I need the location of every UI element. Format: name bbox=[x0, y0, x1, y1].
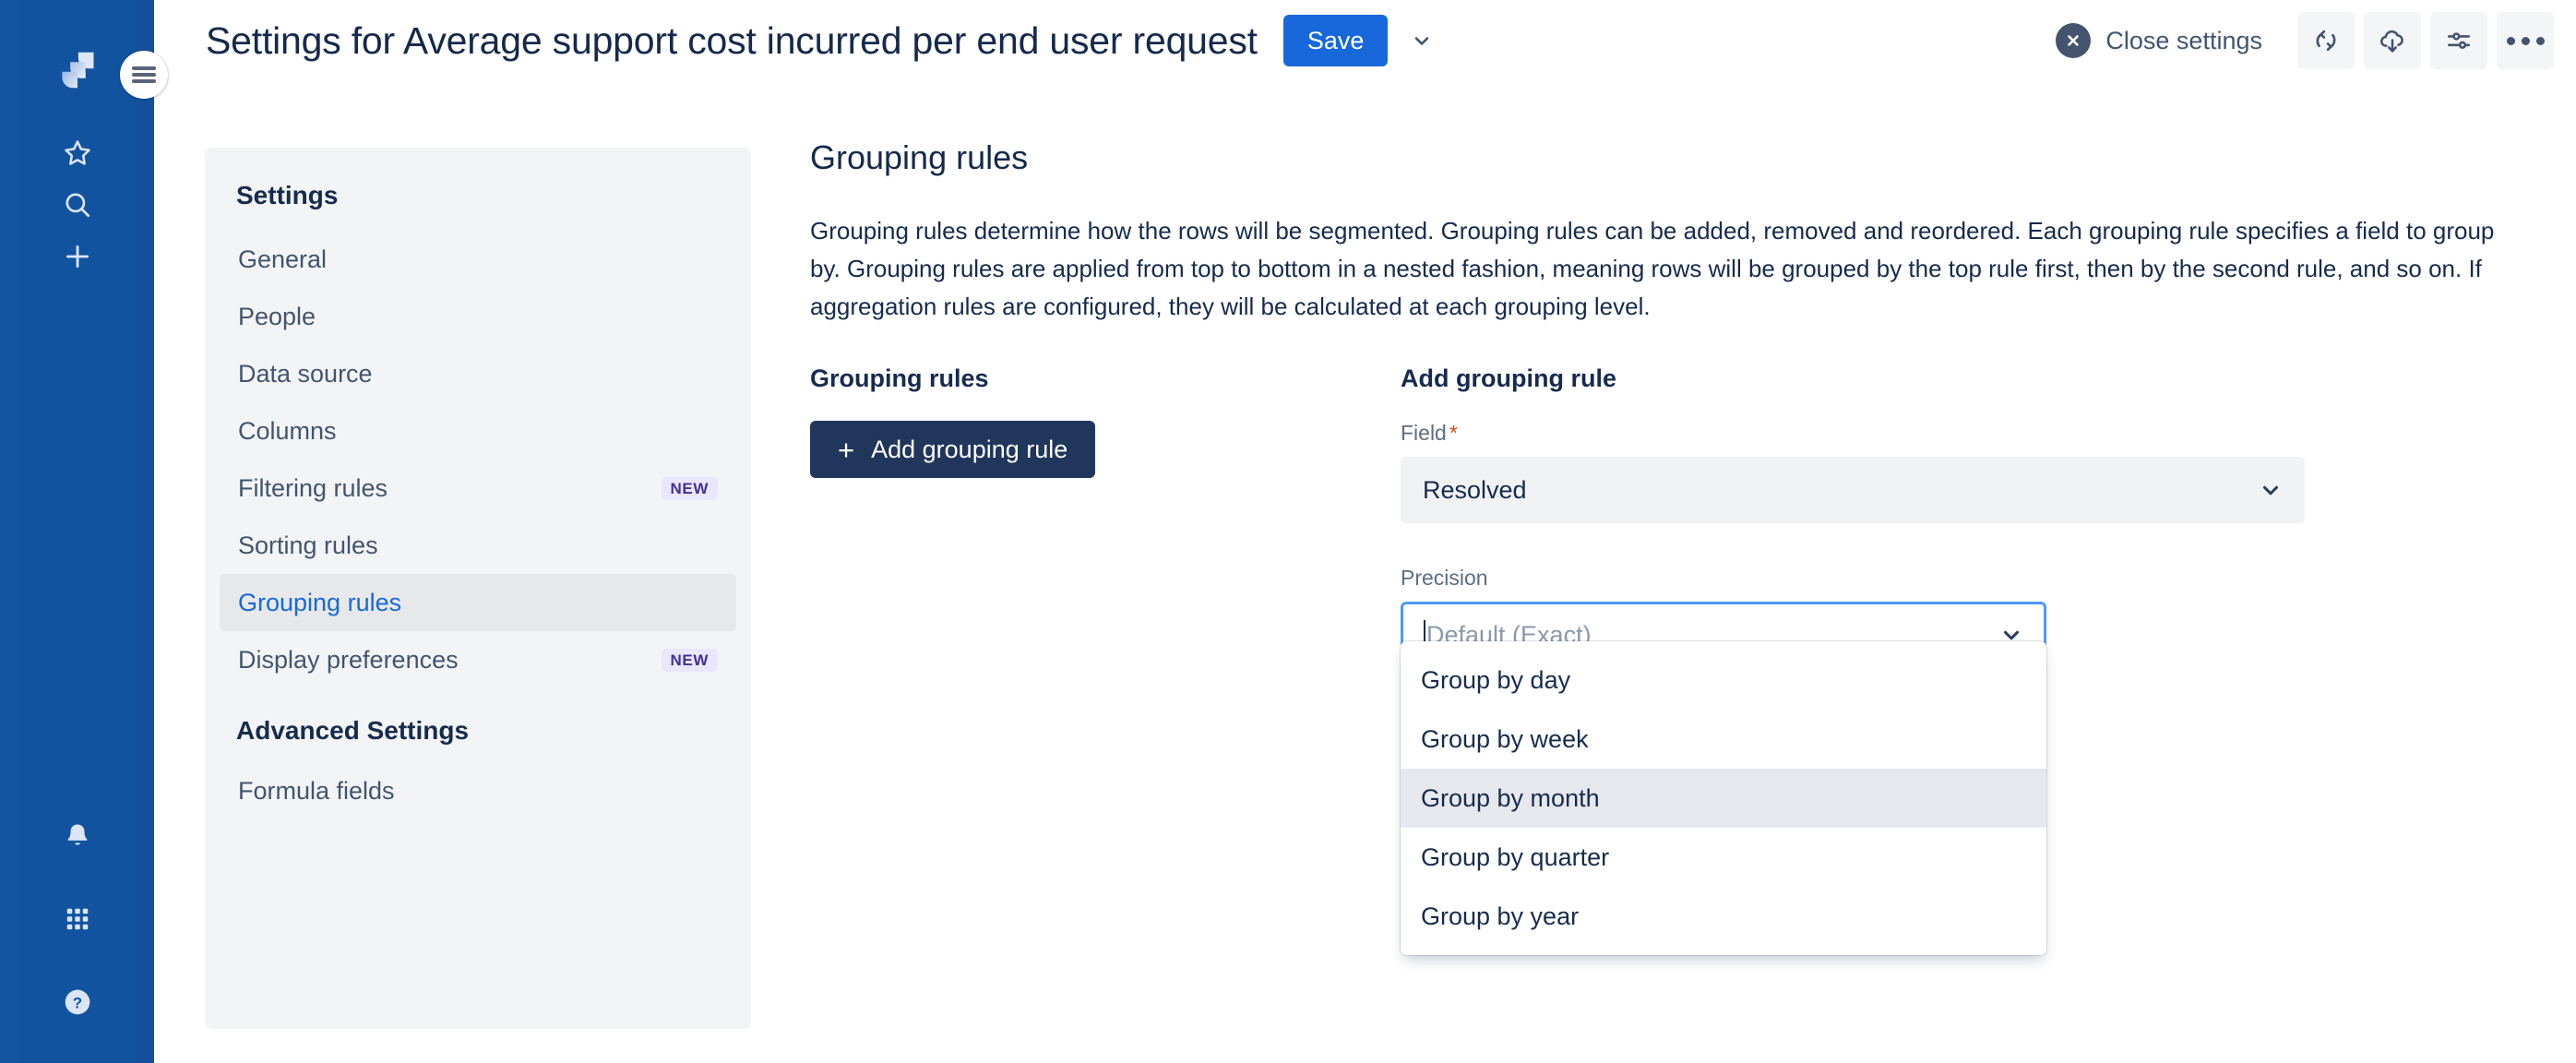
grouping-rules-column: Grouping rules + Add grouping rule bbox=[810, 364, 1401, 668]
sidebar-item-sorting-rules[interactable]: Sorting rules bbox=[220, 517, 736, 574]
sidebar-item-filtering-rules[interactable]: Filtering rules NEW bbox=[220, 460, 736, 517]
dropdown-option-group-by-quarter[interactable]: Group by quarter bbox=[1401, 828, 2046, 887]
dot bbox=[2506, 36, 2515, 45]
settings-panel-heading: Settings bbox=[236, 181, 339, 209]
more-actions-icon[interactable] bbox=[2497, 12, 2554, 69]
field-select-value: Resolved bbox=[1423, 475, 1527, 504]
sidebar-item-label: Columns bbox=[238, 416, 337, 445]
search-icon[interactable] bbox=[52, 179, 103, 231]
save-options-chevron-icon[interactable] bbox=[1402, 21, 1441, 60]
sidebar-item-label: Sorting rules bbox=[238, 531, 378, 559]
sidebar-item-formula-fields[interactable]: Formula fields bbox=[220, 762, 736, 819]
svg-text:?: ? bbox=[72, 995, 81, 1012]
field-label: Field bbox=[1401, 421, 1447, 445]
sidebar-item-display-preferences[interactable]: Display preferences NEW bbox=[220, 631, 736, 688]
sidebar-item-grouping-rules[interactable]: Grouping rules bbox=[220, 574, 736, 631]
dot bbox=[2521, 36, 2530, 45]
close-icon bbox=[2056, 23, 2092, 58]
dot bbox=[2535, 36, 2545, 45]
page-title: Settings for Average support cost incurr… bbox=[206, 19, 1258, 62]
add-grouping-rule-title: Add grouping rule bbox=[1401, 364, 1616, 392]
plus-icon: + bbox=[838, 433, 855, 466]
help-icon[interactable]: ? bbox=[52, 976, 103, 1028]
app-switcher-icon[interactable] bbox=[52, 893, 103, 945]
field-form-group: Field * Resolved bbox=[1401, 421, 2305, 523]
global-navigation-sidebar: ? bbox=[0, 0, 154, 1063]
sidebar-item-label: People bbox=[238, 302, 316, 330]
sidebar-item-general[interactable]: General bbox=[220, 231, 736, 288]
sidebar-item-label: Data source bbox=[238, 359, 373, 388]
sliders-icon[interactable] bbox=[2430, 12, 2487, 69]
sidebar-item-people[interactable]: People bbox=[220, 288, 736, 345]
close-settings-label: Close settings bbox=[2105, 26, 2262, 54]
hamburger-bar bbox=[132, 73, 156, 77]
settings-nav-panel: Settings General People Data source Colu… bbox=[205, 148, 751, 1029]
sidebar-item-label: Grouping rules bbox=[238, 588, 402, 616]
field-label-row: Field * bbox=[1401, 421, 2305, 446]
section-title: Grouping rules bbox=[810, 138, 1029, 176]
chevron-down-icon bbox=[2259, 478, 2283, 502]
required-marker: * bbox=[1449, 421, 1458, 445]
add-grouping-rule-column: Add grouping rule Field * Resolved Preci… bbox=[1401, 364, 2305, 955]
sidebar-item-label: Filtering rules bbox=[238, 473, 388, 502]
sync-icon[interactable] bbox=[2297, 12, 2355, 69]
hamburger-bar bbox=[132, 78, 156, 83]
sidebar-item-label: Formula fields bbox=[238, 776, 395, 805]
hamburger-bar bbox=[132, 66, 156, 71]
precision-form-group: Precision Default (Exact) Group by day G… bbox=[1401, 566, 2305, 955]
sidebar-item-data-source[interactable]: Data source bbox=[220, 345, 736, 402]
save-button[interactable]: Save bbox=[1282, 15, 1389, 66]
precision-dropdown-menu: Group by day Group by week Group by mont… bbox=[1401, 641, 2046, 955]
notifications-bell-icon[interactable] bbox=[52, 810, 103, 862]
dropdown-option-group-by-month[interactable]: Group by month bbox=[1401, 769, 2046, 828]
create-icon[interactable] bbox=[52, 231, 103, 282]
dropdown-option-group-by-week[interactable]: Group by week bbox=[1401, 710, 2046, 769]
cloud-download-icon[interactable] bbox=[2364, 12, 2421, 69]
add-grouping-rule-button[interactable]: + Add grouping rule bbox=[810, 421, 1096, 478]
jira-logo[interactable] bbox=[52, 44, 103, 96]
main-content: Grouping rules Grouping rules determine … bbox=[810, 138, 2548, 955]
header-actions: Close settings bbox=[2056, 12, 2554, 69]
dropdown-option-group-by-day[interactable]: Group by day bbox=[1401, 651, 2046, 710]
add-grouping-rule-label: Add grouping rule bbox=[871, 435, 1068, 463]
settings-header: Settings for Average support cost incurr… bbox=[154, 0, 2576, 81]
field-select[interactable]: Resolved bbox=[1401, 457, 2305, 523]
advanced-settings-heading: Advanced Settings bbox=[236, 716, 470, 745]
precision-label: Precision bbox=[1401, 566, 1488, 590]
sidebar-item-label: Display preferences bbox=[238, 645, 459, 674]
sidebar-item-columns[interactable]: Columns bbox=[220, 402, 736, 460]
precision-label-row: Precision bbox=[1401, 566, 2305, 591]
dropdown-option-group-by-year[interactable]: Group by year bbox=[1401, 887, 2046, 946]
close-settings-button[interactable]: Close settings bbox=[2056, 23, 2262, 58]
grouping-rules-title: Grouping rules bbox=[810, 364, 989, 392]
status-badge: NEW bbox=[661, 648, 718, 672]
status-badge: NEW bbox=[661, 476, 718, 500]
starred-icon[interactable] bbox=[52, 127, 103, 179]
hamburger-menu[interactable] bbox=[120, 51, 168, 99]
sidebar-item-label: General bbox=[238, 245, 328, 273]
section-description: Grouping rules determine how the rows wi… bbox=[810, 217, 2495, 320]
